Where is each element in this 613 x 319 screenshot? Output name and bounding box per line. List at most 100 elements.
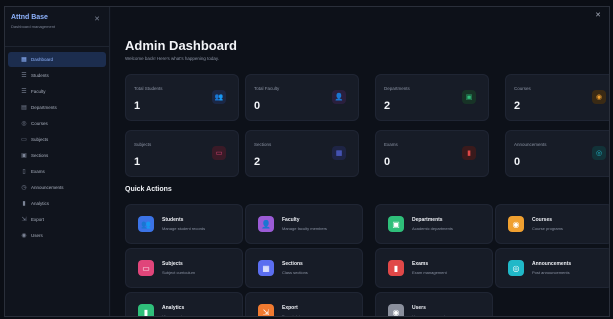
grid-icon: ▦ bbox=[21, 57, 27, 63]
quick-action-departments[interactable]: ▣ Departments Academic departments bbox=[375, 204, 493, 244]
stat-card-sections: Sections 2 ▦ bbox=[245, 130, 359, 177]
stat-label: Total Students bbox=[134, 86, 163, 91]
sidebar-item-courses[interactable]: ◎ Courses bbox=[8, 116, 106, 131]
quick-action-faculty[interactable]: 👤 Faculty Manage faculty members bbox=[245, 204, 363, 244]
sidebar-item-departments[interactable]: ▤ Departments bbox=[8, 100, 106, 115]
sidebar-item-label: Students bbox=[31, 73, 49, 78]
departments-icon: ▣ bbox=[462, 90, 476, 104]
quick-action-description: Course programs bbox=[532, 226, 563, 231]
quick-action-name: Users bbox=[412, 305, 426, 311]
stat-label: Announcements bbox=[514, 142, 547, 147]
brand: Attnd Base Dashboard management ✕ bbox=[5, 7, 109, 47]
quick-action-courses[interactable]: ◉ Courses Course programs bbox=[495, 204, 609, 244]
users-icon: ◉ bbox=[21, 233, 27, 239]
quick-action-subjects[interactable]: ▭ Subjects Subject curriculum bbox=[125, 248, 243, 288]
faculty-icon: ☰ bbox=[21, 89, 27, 95]
sidebar-item-label: Courses bbox=[31, 121, 48, 126]
quick-action-description: Export data bbox=[282, 314, 303, 317]
stat-value: 0 bbox=[254, 100, 261, 112]
quick-action-name: Courses bbox=[532, 217, 553, 223]
quick-action-description: View reports bbox=[162, 314, 185, 317]
stat-value: 2 bbox=[514, 100, 521, 112]
stat-card-total-faculty: Total Faculty 0 👤 bbox=[245, 74, 359, 121]
departments-icon: ▣ bbox=[388, 216, 404, 232]
stat-label: Exams bbox=[384, 142, 398, 147]
stat-label: Courses bbox=[514, 86, 531, 91]
sections-icon: ▣ bbox=[21, 153, 27, 159]
quick-action-description: Academic departments bbox=[412, 226, 453, 231]
quick-action-users[interactable]: ◉ Users User management bbox=[375, 292, 493, 317]
sidebar-item-label: Announcements bbox=[31, 185, 64, 190]
quick-action-description: Post announcements bbox=[532, 270, 570, 275]
analytics-icon: ▮ bbox=[138, 304, 154, 316]
quick-action-name: Export bbox=[282, 305, 298, 311]
sidebar-item-exams[interactable]: ▯ Exams bbox=[8, 164, 106, 179]
stat-value: 2 bbox=[254, 156, 261, 168]
sections-icon: ▦ bbox=[258, 260, 274, 276]
app-subtitle: Dashboard management bbox=[11, 24, 56, 29]
sidebar-item-faculty[interactable]: ☰ Faculty bbox=[8, 84, 106, 99]
subjects-icon: ▭ bbox=[21, 137, 27, 143]
export-icon: ⇲ bbox=[21, 217, 27, 223]
sidebar-item-label: Departments bbox=[31, 105, 57, 110]
close-icon[interactable]: ✕ bbox=[595, 11, 601, 19]
sidebar-item-label: Sections bbox=[31, 153, 49, 158]
stat-value: 2 bbox=[384, 100, 391, 112]
quick-action-name: Faculty bbox=[282, 217, 300, 223]
sidebar-item-sections[interactable]: ▣ Sections bbox=[8, 148, 106, 163]
stat-value: 0 bbox=[514, 156, 521, 168]
stat-card-announcements: Announcements 0 ◎ bbox=[505, 130, 609, 177]
sidebar-item-announcements[interactable]: ◷ Announcements bbox=[8, 180, 106, 195]
stat-label: Sections bbox=[254, 142, 272, 147]
sidebar-item-label: Users bbox=[31, 233, 43, 238]
quick-action-description: Manage faculty members bbox=[282, 226, 327, 231]
subjects-icon: ▭ bbox=[212, 146, 226, 160]
quick-action-announcements[interactable]: ◎ Announcements Post announcements bbox=[495, 248, 609, 288]
sidebar-item-dashboard[interactable]: ▦ Dashboard bbox=[8, 52, 106, 67]
sidebar-item-label: Export bbox=[31, 217, 45, 222]
quick-action-sections[interactable]: ▦ Sections Class sections bbox=[245, 248, 363, 288]
analytics-icon: ▮ bbox=[22, 201, 26, 207]
sidebar-item-students[interactable]: ☰ Students bbox=[8, 68, 106, 83]
app-window: Attnd Base Dashboard management ✕ ▦ Dashb… bbox=[4, 6, 610, 317]
quick-action-name: Sections bbox=[282, 261, 303, 267]
announcements-icon: ◷ bbox=[21, 185, 27, 191]
quick-action-export[interactable]: ⇲ Export Export data bbox=[245, 292, 363, 317]
quick-action-name: Departments bbox=[412, 217, 443, 223]
stat-label: Departments bbox=[384, 86, 410, 91]
exams-icon: ▮ bbox=[462, 146, 476, 160]
exams-icon: ▯ bbox=[22, 169, 26, 175]
quick-action-description: User management bbox=[412, 314, 445, 317]
quick-action-name: Analytics bbox=[162, 305, 185, 311]
faculty-icon: 👤 bbox=[332, 90, 346, 104]
courses-icon: ◎ bbox=[21, 121, 27, 127]
app-title: Attnd Base bbox=[11, 14, 48, 21]
quick-action-name: Subjects bbox=[162, 261, 183, 267]
collapse-sidebar-icon[interactable]: ✕ bbox=[94, 15, 100, 23]
stat-label: Subjects bbox=[134, 142, 152, 147]
sidebar-item-subjects[interactable]: ▭ Subjects bbox=[8, 132, 106, 147]
departments-icon: ▤ bbox=[21, 105, 27, 111]
sidebar-item-users[interactable]: ◉ Users bbox=[8, 228, 106, 243]
quick-action-exams[interactable]: ▮ Exams Exam management bbox=[375, 248, 493, 288]
quick-action-analytics[interactable]: ▮ Analytics View reports bbox=[125, 292, 243, 317]
sidebar-item-label: Analytics bbox=[31, 201, 50, 206]
quick-action-description: Manage student records bbox=[162, 226, 206, 231]
quick-action-name: Announcements bbox=[532, 261, 572, 267]
page-subtitle: Welcome back! Here's what's happening to… bbox=[125, 56, 220, 61]
stat-value: 0 bbox=[384, 156, 391, 168]
stat-value: 1 bbox=[134, 156, 141, 168]
courses-icon: ◉ bbox=[592, 90, 606, 104]
sidebar-item-analytics[interactable]: ▮ Analytics bbox=[8, 196, 106, 211]
stat-card-departments: Departments 2 ▣ bbox=[375, 74, 489, 121]
announcements-icon: ◎ bbox=[592, 146, 606, 160]
sections-icon: ▦ bbox=[332, 146, 346, 160]
sidebar-item-label: Exams bbox=[31, 169, 45, 174]
quick-action-description: Class sections bbox=[282, 270, 308, 275]
stat-label: Total Faculty bbox=[254, 86, 280, 91]
main-content: ✕ Admin Dashboard Welcome back! Here's w… bbox=[111, 7, 609, 316]
quick-action-students[interactable]: 👥 Students Manage student records bbox=[125, 204, 243, 244]
courses-icon: ◉ bbox=[508, 216, 524, 232]
quick-action-name: Students bbox=[162, 217, 184, 223]
sidebar-item-export[interactable]: ⇲ Export bbox=[8, 212, 106, 227]
